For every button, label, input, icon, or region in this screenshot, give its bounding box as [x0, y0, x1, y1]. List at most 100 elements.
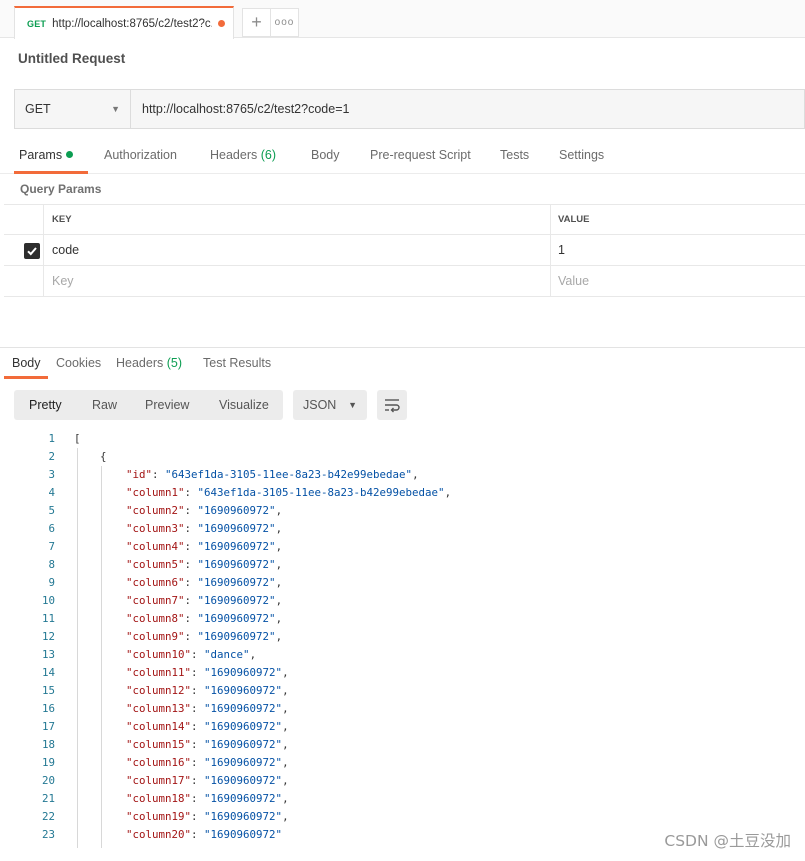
headers-count: (6) [260, 148, 277, 162]
json-value: "1690960972" [204, 684, 283, 697]
plus-icon: + [251, 12, 262, 32]
method-select[interactable]: GET ▼ [15, 90, 131, 128]
line-number: 16 [41, 702, 55, 715]
view-raw-button[interactable]: Raw [92, 398, 117, 412]
json-punctuation: , [275, 594, 283, 607]
tab-tests[interactable]: Tests [500, 148, 529, 162]
code-line: 17 "column14": "1690960972", [0, 718, 805, 736]
json-property: "column4": "1690960972", [126, 540, 283, 553]
json-value: "1690960972" [197, 504, 276, 517]
wrap-icon [385, 399, 400, 413]
json-key: "column12" [126, 684, 192, 697]
new-key-input[interactable]: Key [52, 274, 74, 288]
chevron-down-icon: ▼ [111, 104, 120, 114]
tab-params-label: Params [19, 148, 63, 162]
json-property: "column5": "1690960972", [126, 558, 283, 571]
line-number: 2 [48, 450, 55, 463]
active-response-tab-indicator [4, 376, 48, 379]
request-tab[interactable]: GET http://localhost:8765/c2/test2?c... [14, 6, 234, 39]
line-number: 12 [41, 630, 55, 643]
tab-tests-label: Tests [500, 148, 530, 162]
params-active-dot-icon [66, 151, 74, 158]
new-value-input[interactable]: Value [558, 274, 589, 288]
line-number: 18 [41, 738, 55, 751]
line-number: 13 [41, 648, 55, 661]
json-value: "1690960972" [197, 612, 276, 625]
line-number: 4 [48, 486, 55, 499]
code-line: 12 "column9": "1690960972", [0, 628, 805, 646]
request-name[interactable]: Untitled Request [18, 51, 125, 66]
json-value: "1690960972" [197, 540, 276, 553]
json-punctuation: , [282, 720, 289, 733]
json-value: "1690960972" [204, 828, 283, 841]
param-value-field[interactable]: 1 [558, 243, 565, 257]
tab-strip: GET http://localhost:8765/c2/test2?c... … [0, 0, 805, 39]
view-visualize-button[interactable]: Visualize [219, 398, 269, 412]
json-key: "column5" [126, 558, 185, 571]
json-property: "column7": "1690960972", [126, 594, 283, 607]
json-punctuation: , [282, 702, 289, 715]
tab-headers[interactable]: Headers (6) [210, 148, 276, 162]
table-row: code 1 [4, 235, 805, 266]
response-body-editor[interactable]: 1[2 {3 "id": "643ef1da-3105-11ee-8a23-b4… [0, 430, 805, 844]
code-line: 4 "column1": "643ef1da-3105-11ee-8a23-b4… [0, 484, 805, 502]
tab-response-body[interactable]: Body [12, 356, 41, 370]
json-punctuation: , [282, 666, 289, 679]
json-value: "1690960972" [197, 522, 276, 535]
json-key: "column11" [126, 666, 192, 679]
json-punctuation: , [282, 756, 289, 769]
json-property: "column6": "1690960972", [126, 576, 283, 589]
json-punctuation: , [275, 522, 283, 535]
line-number: 10 [41, 594, 55, 607]
tab-body[interactable]: Body [311, 148, 340, 162]
tab-response-headers[interactable]: Headers (5) [116, 356, 182, 370]
url-input[interactable]: http://localhost:8765/c2/test2?code=1 [131, 90, 804, 128]
json-key: "column1" [126, 486, 185, 499]
format-value: JSON [303, 398, 337, 412]
json-key: "column3" [126, 522, 185, 535]
json-property: "column15": "1690960972", [126, 738, 289, 751]
wrap-lines-button[interactable] [377, 390, 407, 420]
json-value: "1690960972" [197, 576, 276, 589]
json-punctuation: , [282, 774, 289, 787]
json-key: "column17" [126, 774, 192, 787]
json-value: "1690960972" [197, 558, 276, 571]
tab-params[interactable]: Params [19, 148, 74, 162]
json-value: "643ef1da-3105-11ee-8a23-b42e99ebedae" [165, 468, 413, 481]
tab-authorization[interactable]: Authorization [104, 148, 177, 162]
code-line: 7 "column4": "1690960972", [0, 538, 805, 556]
param-checkbox[interactable] [24, 243, 40, 259]
line-number: 6 [48, 522, 55, 535]
view-pretty-button[interactable]: Pretty [29, 398, 62, 412]
line-number: 15 [41, 684, 55, 697]
tab-cookies-label: Cookies [56, 356, 102, 370]
check-icon [27, 247, 37, 256]
tab-settings-label: Settings [559, 148, 605, 162]
json-value: "1690960972" [204, 720, 283, 733]
tab-test-results[interactable]: Test Results [203, 356, 271, 370]
tab-pre-request-script[interactable]: Pre-request Script [370, 148, 471, 162]
json-property: "column14": "1690960972", [126, 720, 289, 733]
json-key: "column15" [126, 738, 192, 751]
json-property: "column11": "1690960972", [126, 666, 289, 679]
json-punctuation: , [275, 576, 283, 589]
param-key-field[interactable]: code [52, 243, 79, 257]
tab-settings[interactable]: Settings [559, 148, 604, 162]
value-column-header: VALUE [558, 214, 590, 225]
new-tab-button[interactable]: + [242, 8, 271, 37]
view-preview-button[interactable]: Preview [145, 398, 189, 412]
view-mode-group: Pretty Raw Preview Visualize [14, 390, 283, 420]
json-property: "id": "643ef1da-3105-11ee-8a23-b42e99ebe… [126, 468, 419, 481]
tab-response-headers-label: Headers [116, 356, 164, 370]
code-line: 10 "column7": "1690960972", [0, 592, 805, 610]
tab-cookies[interactable]: Cookies [56, 356, 101, 370]
tab-pre-request-script-label: Pre-request Script [370, 148, 471, 162]
line-number: 9 [48, 576, 55, 589]
json-punctuation: , [282, 810, 289, 823]
tab-options-button[interactable]: ooo [270, 8, 299, 37]
format-select[interactable]: JSON ▼ [293, 390, 367, 420]
line-number: 19 [41, 756, 55, 769]
json-key: "column20" [126, 828, 192, 841]
json-punctuation: , [249, 648, 257, 661]
line-number: 7 [48, 540, 55, 553]
